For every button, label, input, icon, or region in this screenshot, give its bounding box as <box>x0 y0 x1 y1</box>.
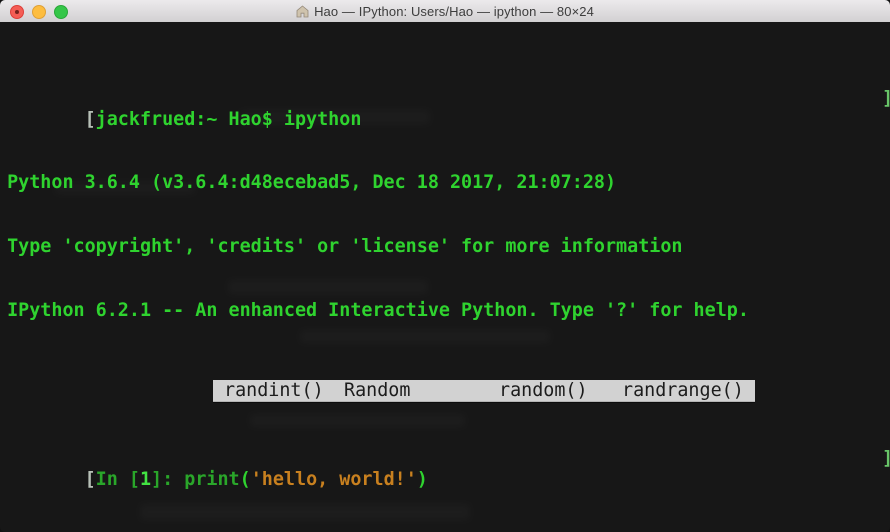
terminal-grid: [jackfrued:~ Hao$ ipython ] Python 3.6.4… <box>0 22 890 532</box>
right-bracket-artifact: ] <box>882 448 890 469</box>
prompt-number: 1 <box>140 469 151 490</box>
autocomplete-item[interactable]: randint() <box>224 380 324 402</box>
minimize-button[interactable] <box>32 5 46 19</box>
terminal-window: Hao — IPython: Users/Hao — ipython — 80×… <box>0 0 890 532</box>
left-bracket-artifact: [ <box>85 109 96 130</box>
right-bracket-artifact: ] <box>882 88 890 109</box>
terminal-content[interactable]: [jackfrued:~ Hao$ ipython ] Python 3.6.4… <box>0 22 890 532</box>
prompt-label: ]: <box>151 469 184 490</box>
close-button[interactable] <box>10 5 24 19</box>
shell-prompt-text: jackfrued:~ Hao$ ipython <box>96 109 362 130</box>
autocomplete-item[interactable]: randrange() <box>622 380 744 402</box>
prompt-label: In [ <box>96 469 140 490</box>
input-line-1: [In [1]: print('hello, world!') ] <box>0 448 890 469</box>
window-controls <box>10 5 68 19</box>
banner-text: Python 3.6.4 (v3.6.4:d48ecebad5, Dec 18 … <box>7 172 616 193</box>
window-title: Hao — IPython: Users/Hao — ipython — 80×… <box>314 4 594 19</box>
left-bracket-artifact: [ <box>85 469 96 490</box>
ipython-banner-line: IPython 6.2.1 -- An enhanced Interactive… <box>0 300 890 321</box>
title-bar[interactable]: Hao — IPython: Users/Hao — ipython — 80×… <box>0 0 890 23</box>
autocomplete-item[interactable]: Random <box>344 380 410 402</box>
autocomplete-item[interactable]: random() <box>499 380 588 402</box>
banner-text: Type 'copyright', 'credits' or 'license'… <box>7 236 682 257</box>
python-banner-line: Type 'copyright', 'credits' or 'license'… <box>0 236 890 257</box>
python-banner-line: Python 3.6.4 (v3.6.4:d48ecebad5, Dec 18 … <box>0 172 890 193</box>
paren-token: ) <box>417 469 428 490</box>
zoom-button[interactable] <box>54 5 68 19</box>
banner-text: IPython 6.2.1 -- An enhanced Interactive… <box>7 300 749 321</box>
autocomplete-menu: randint() Random random() randrange() <box>213 380 755 402</box>
shell-prompt-line: [jackfrued:~ Hao$ ipython ] <box>0 88 890 109</box>
window-title-group: Hao — IPython: Users/Hao — ipython — 80×… <box>296 4 594 19</box>
home-folder-icon[interactable] <box>296 5 309 18</box>
